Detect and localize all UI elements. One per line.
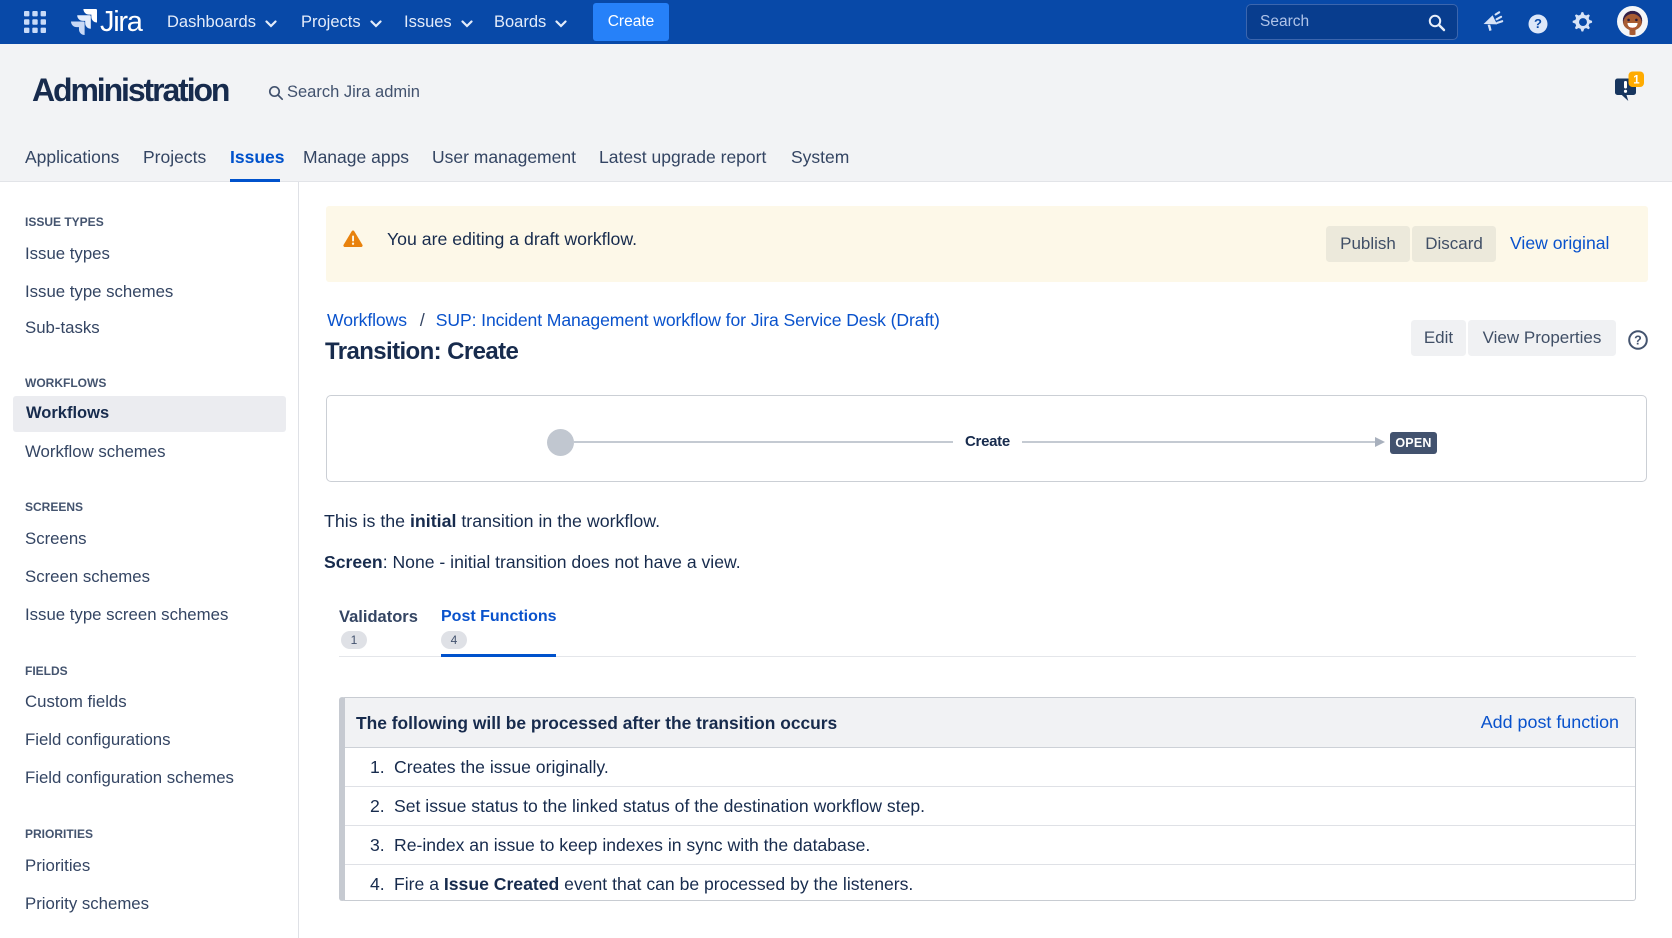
svg-text:1: 1 [1633,74,1640,86]
svg-text:?: ? [1634,333,1642,347]
svg-text:?: ? [1534,16,1542,31]
